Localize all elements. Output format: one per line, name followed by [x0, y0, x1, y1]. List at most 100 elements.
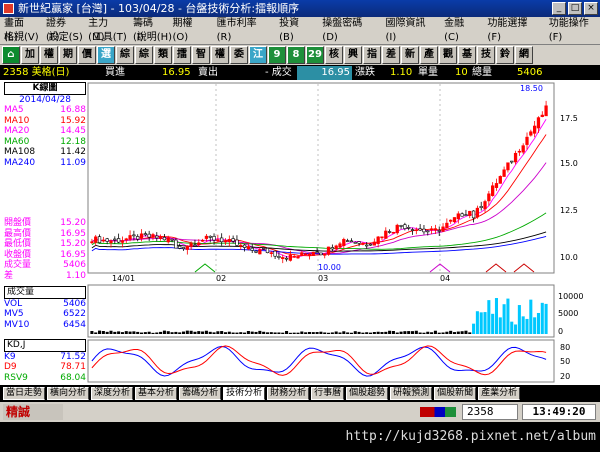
- volume-bar: [422, 332, 426, 334]
- technical-chart-area[interactable]: 18.50 10.00 17.5 15.0 12.5 10.0 14/01 02…: [0, 80, 600, 385]
- volume-bar: [307, 331, 311, 334]
- volume-bar: [227, 331, 231, 334]
- menu-item[interactable]: 設定(S): [49, 31, 83, 45]
- volume-bar: [380, 332, 384, 334]
- toolbar-button[interactable]: ⌂: [2, 46, 20, 64]
- toolbar-button[interactable]: 興: [344, 46, 362, 64]
- toolbar-button[interactable]: 29: [306, 46, 324, 64]
- tab-5[interactable]: 技術分析: [223, 387, 266, 400]
- tab-3[interactable]: 基本分析: [135, 387, 178, 400]
- candle-body: [460, 213, 464, 217]
- volume-bar: [265, 332, 270, 334]
- menu-item[interactable]: 畫面(L): [4, 17, 36, 43]
- toolbar-button[interactable]: 技: [477, 46, 495, 64]
- volume-bar: [472, 323, 476, 334]
- menu-item[interactable]: 說明(H): [137, 31, 172, 45]
- total-value: 5406: [517, 67, 543, 78]
- kd-title[interactable]: KD,J: [4, 339, 86, 352]
- toolbar-button[interactable]: 觀: [439, 46, 457, 64]
- legend-label: 差: [4, 270, 14, 281]
- volume-bar: [365, 332, 369, 334]
- candle-body: [204, 235, 209, 239]
- toolbar-button[interactable]: 加: [21, 46, 39, 64]
- toolbar-button[interactable]: 差: [382, 46, 400, 64]
- legend-label: K9: [4, 351, 16, 362]
- toolbar-button[interactable]: 8: [287, 46, 305, 64]
- candle-body: [498, 176, 502, 184]
- candle-body: [124, 238, 128, 241]
- volume-bar: [147, 331, 151, 334]
- menu-item[interactable]: 證券(F): [46, 17, 78, 43]
- toolbar-button[interactable]: 期: [59, 46, 77, 64]
- legend-label: RSV9: [4, 372, 28, 383]
- volume-bar: [101, 330, 105, 334]
- window-titlebar[interactable]: 新世紀贏家 [台灣] - 103/04/28 - 台盤技術分析:擂報順序 _ □…: [0, 0, 600, 17]
- candle-body: [311, 251, 315, 256]
- toolbar-button[interactable]: 類: [154, 46, 172, 64]
- menu-item[interactable]: 匯市利率(R): [217, 17, 269, 43]
- toolbar-button[interactable]: 擂: [173, 46, 191, 64]
- ytick-price: 15.0: [560, 159, 578, 168]
- toolbar-button[interactable]: 基: [458, 46, 476, 64]
- menu-item[interactable]: 籌碼(I): [133, 17, 162, 43]
- tab-1[interactable]: 橫向分析: [47, 387, 90, 400]
- symbol-input[interactable]: 2358: [462, 404, 518, 420]
- candle-body: [395, 224, 399, 234]
- legend-value: 15.92: [60, 115, 86, 126]
- menu-item[interactable]: 工具(T): [93, 31, 127, 45]
- toolbar-button[interactable]: 9: [268, 46, 286, 64]
- toolbar-button[interactable]: 核: [325, 46, 343, 64]
- toolbar-button[interactable]: 江: [249, 46, 267, 64]
- tab-0[interactable]: 當日走勢: [3, 387, 46, 400]
- candle-body: [380, 236, 384, 239]
- candle-body: [536, 117, 541, 129]
- toolbar-button[interactable]: 委: [230, 46, 248, 64]
- toolbar-button[interactable]: 價: [78, 46, 96, 64]
- menu-item[interactable]: 國際資訊(I): [385, 17, 434, 43]
- menu-item[interactable]: 金融(C): [444, 17, 477, 43]
- mode-label[interactable]: 精誠: [3, 404, 63, 420]
- menu-row-main: 畫面(L) 證券(F) 主力(M) 籌碼(I) 期權(O) 匯市利率(R) 投資(B) 操盤密…: [0, 17, 600, 43]
- tab-6[interactable]: 財務分析: [267, 387, 310, 400]
- minimize-button[interactable]: _: [552, 2, 566, 15]
- toolbar-button[interactable]: 智: [192, 46, 210, 64]
- volume-title[interactable]: 成交量: [4, 286, 86, 299]
- toolbar-button[interactable]: 鈴: [496, 46, 514, 64]
- tab-2[interactable]: 深度分析: [91, 387, 134, 400]
- toolbar-button[interactable]: 網: [515, 46, 533, 64]
- menu-item[interactable]: 格視(V): [4, 31, 39, 45]
- tab-8[interactable]: 個股趨勢: [346, 387, 389, 400]
- menu-item[interactable]: 功能操作(F): [549, 17, 600, 43]
- toolbar-button[interactable]: 權: [40, 46, 58, 64]
- close-button[interactable]: ×: [584, 2, 598, 15]
- volume-bar: [185, 330, 189, 334]
- menu-item[interactable]: 主力(M): [88, 17, 123, 43]
- menu-item[interactable]: 操盤密碼(D): [322, 17, 375, 43]
- tab-9[interactable]: 研報預測: [390, 387, 433, 400]
- volume-bar: [536, 312, 540, 334]
- menu-item[interactable]: 功能選擇(F): [487, 17, 538, 43]
- menu-item[interactable]: 投資(B): [279, 17, 312, 43]
- toolbar-button[interactable]: 權: [211, 46, 229, 64]
- tab-4[interactable]: 籌碼分析: [179, 387, 222, 400]
- candle-body: [105, 238, 109, 242]
- kline-title[interactable]: K線圖: [4, 82, 86, 95]
- toolbar-button[interactable]: 新: [401, 46, 419, 64]
- sell-label: 賣出: [198, 67, 218, 78]
- toolbar-button[interactable]: 選: [97, 46, 115, 64]
- price-legend: K線圖 2014/04/28 MA5 16.88 MA10 15.92 MA20 14.4…: [4, 82, 86, 168]
- volume-bar: [388, 330, 392, 334]
- technical-chart-svg[interactable]: 18.50 10.00 17.5 15.0 12.5 10.0 14/01 02…: [0, 80, 600, 385]
- high-mark: 18.50: [520, 84, 543, 93]
- toolbar-button[interactable]: 指: [363, 46, 381, 64]
- menu-item[interactable]: 期權(O): [172, 17, 206, 43]
- toolbar-button[interactable]: 綜: [116, 46, 134, 64]
- tab-10[interactable]: 個股新聞: [434, 387, 477, 400]
- tab-7[interactable]: 行事曆: [311, 387, 345, 400]
- candle-body: [323, 253, 327, 256]
- toolbar-button[interactable]: 綜: [135, 46, 153, 64]
- tab-11[interactable]: 產業分析: [478, 387, 521, 400]
- toolbar-button[interactable]: 產: [420, 46, 438, 64]
- legend-value: 14.45: [60, 126, 86, 136]
- maximize-button[interactable]: □: [568, 2, 582, 15]
